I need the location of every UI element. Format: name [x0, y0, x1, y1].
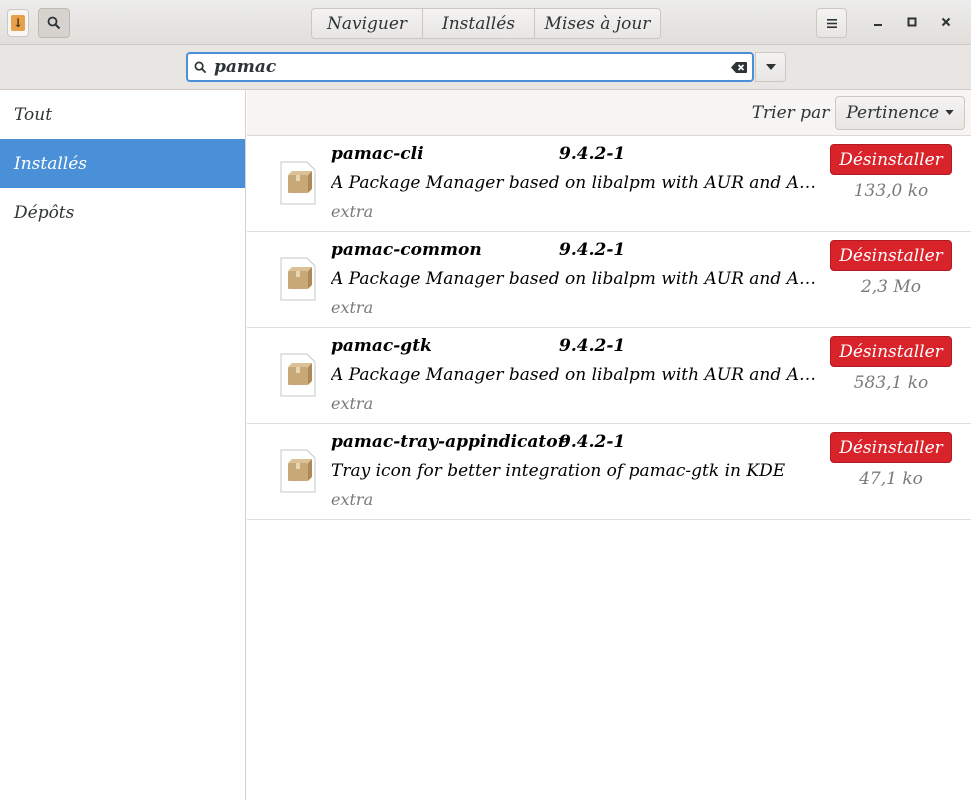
maximize-icon — [907, 17, 917, 27]
chevron-down-icon — [765, 64, 776, 70]
updates-button[interactable]: ↓ — [7, 9, 29, 37]
package-icon — [280, 257, 316, 301]
sort-combo[interactable]: Pertinence — [835, 95, 965, 130]
sidebar-item-repositories[interactable]: Dépôts — [0, 188, 245, 237]
package-size: 2,3 Mo — [860, 277, 922, 297]
package-list: pamac-cli 9.4.2-1 A Package Manager base… — [247, 136, 971, 520]
package-list-panel: Trier par Pertinence pamac-cli 9.4.2-1 A… — [247, 90, 971, 800]
sort-selected: Pertinence — [846, 102, 939, 123]
sort-bar: Trier par Pertinence — [247, 90, 971, 136]
hamburger-menu-icon — [826, 18, 837, 28]
uninstall-button[interactable]: Désinstaller — [830, 144, 952, 175]
uninstall-button[interactable]: Désinstaller — [830, 336, 952, 367]
package-name: pamac-tray-appindicator — [331, 432, 567, 452]
tab-updates[interactable]: Mises à jour — [535, 8, 661, 39]
package-row[interactable]: pamac-gtk 9.4.2-1 A Package Manager base… — [247, 328, 971, 424]
sidebar-item-all[interactable]: Tout — [0, 90, 245, 139]
package-name: pamac-common — [331, 240, 482, 260]
main-menu-button[interactable] — [816, 8, 847, 38]
search-icon — [47, 16, 61, 30]
package-repo: extra — [331, 202, 374, 221]
minimize-icon — [874, 24, 882, 26]
uninstall-button[interactable]: Désinstaller — [830, 240, 952, 271]
package-version: 9.4.2-1 — [559, 336, 626, 356]
package-size: 583,1 ko — [853, 373, 929, 393]
download-arrow-icon: ↓ — [11, 15, 25, 31]
package-row[interactable]: pamac-tray-appindicator 9.4.2-1 Tray ico… — [247, 424, 971, 520]
clear-text-icon[interactable] — [726, 61, 752, 73]
sidebar-item-installed[interactable]: Installés — [0, 139, 245, 188]
package-version: 9.4.2-1 — [559, 144, 626, 164]
tab-browse[interactable]: Naviguer — [311, 8, 423, 39]
search-options-dropdown[interactable] — [755, 52, 786, 82]
package-size: 133,0 ko — [853, 181, 929, 201]
tab-installed[interactable]: Installés — [423, 8, 535, 39]
package-repo: extra — [331, 394, 374, 413]
search-entry[interactable] — [186, 52, 754, 82]
package-icon — [280, 353, 316, 397]
search-input[interactable] — [212, 55, 726, 79]
close-button[interactable] — [936, 12, 956, 32]
package-name: pamac-cli — [331, 144, 424, 164]
package-description: A Package Manager based on libalpm with … — [331, 269, 821, 289]
view-switcher: Naviguer Installés Mises à jour — [311, 8, 661, 39]
header-bar: ↓ Naviguer Installés Mises à jour — [0, 0, 971, 45]
package-repo: extra — [331, 490, 374, 509]
sidebar: Tout Installés Dépôts — [0, 90, 246, 800]
package-description: Tray icon for better integration of pama… — [331, 461, 786, 481]
package-description: A Package Manager based on libalpm with … — [331, 173, 821, 193]
package-version: 9.4.2-1 — [559, 240, 626, 260]
uninstall-button[interactable]: Désinstaller — [830, 432, 952, 463]
maximize-button[interactable] — [902, 12, 922, 32]
sort-label: Trier par — [751, 102, 830, 123]
package-name: pamac-gtk — [331, 336, 432, 356]
chevron-down-icon — [945, 110, 954, 115]
package-size: 47,1 ko — [859, 469, 923, 489]
package-version: 9.4.2-1 — [559, 432, 626, 452]
package-icon — [280, 161, 316, 205]
package-description: A Package Manager based on libalpm with … — [331, 365, 821, 385]
package-row[interactable]: pamac-common 9.4.2-1 A Package Manager b… — [247, 232, 971, 328]
search-bar — [0, 45, 971, 90]
package-repo: extra — [331, 298, 374, 317]
package-row[interactable]: pamac-cli 9.4.2-1 A Package Manager base… — [247, 136, 971, 232]
package-icon — [280, 449, 316, 493]
search-icon — [188, 61, 212, 74]
search-toggle-button[interactable] — [38, 8, 70, 38]
close-icon — [941, 17, 951, 27]
minimize-button[interactable] — [868, 12, 888, 32]
